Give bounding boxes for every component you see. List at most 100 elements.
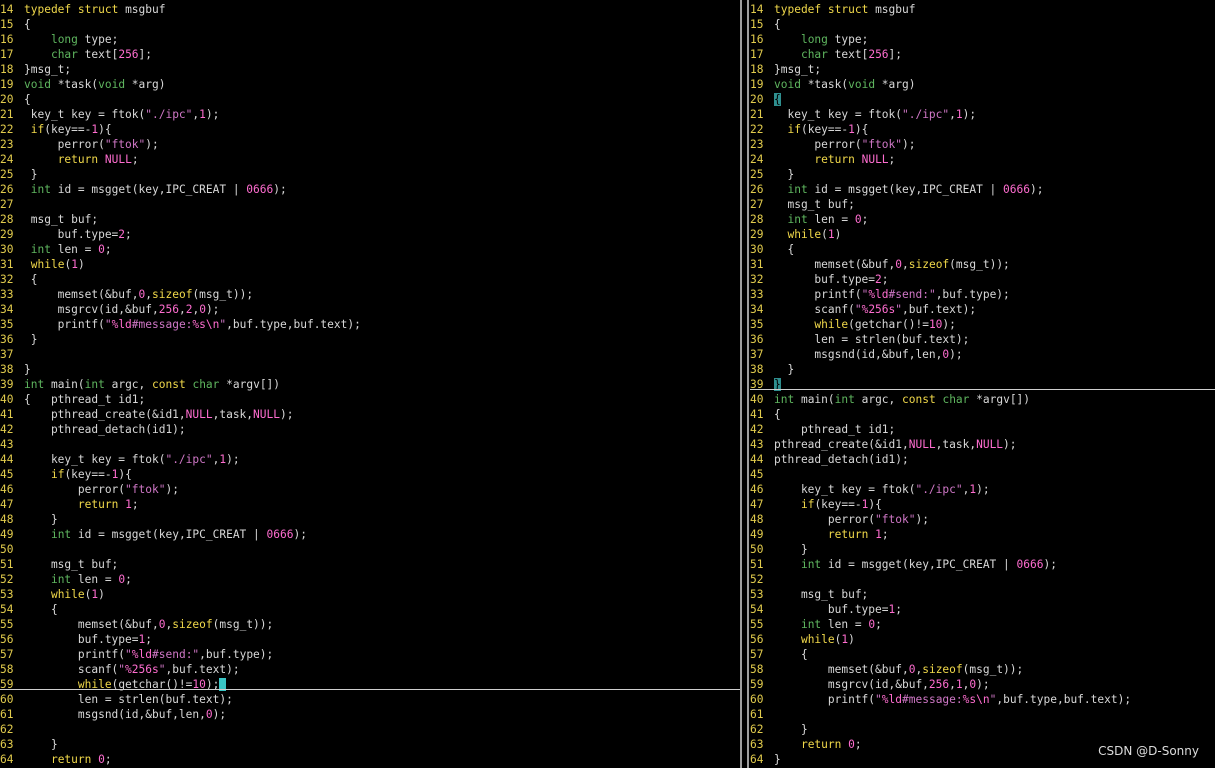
code-text[interactable]: } [774, 168, 794, 181]
code-text[interactable]: int len = 0; [24, 243, 112, 256]
code-line[interactable]: 54 buf.type=1; [750, 602, 1215, 617]
code-text[interactable]: }msg_t; [774, 63, 821, 76]
code-text[interactable]: printf("%ld#message:%s\n",buf.type,buf.t… [24, 318, 361, 331]
code-text[interactable]: if(key==-1){ [24, 123, 112, 136]
editor-pane-right[interactable]: 14 typedef struct msgbuf 15{16 long type; 1… [750, 0, 1215, 768]
code-text[interactable]: perror("ftok"); [774, 513, 929, 526]
code-line[interactable]: 29 while(1) [750, 227, 1215, 242]
code-line[interactable]: 29 buf.type=2; [0, 227, 740, 242]
code-text[interactable]: buf.type=2; [24, 228, 132, 241]
code-line[interactable]: 27 msg_t buf; [750, 197, 1215, 212]
code-line[interactable]: 36 len = strlen(buf.text); [750, 332, 1215, 347]
code-text[interactable]: int id = msgget(key,IPC_CREAT | 0666); [774, 183, 1043, 196]
code-line[interactable]: 25 } [750, 167, 1215, 182]
code-line[interactable]: 25 } [0, 167, 740, 182]
code-text[interactable]: int id = msgget(key,IPC_CREAT | 0666); [24, 528, 307, 541]
code-line[interactable]: 33 memset(&buf,0,sizeof(msg_t)); [0, 287, 740, 302]
code-line[interactable]: 32 buf.type=2; [750, 272, 1215, 287]
code-line[interactable]: 21 key_t key = ftok("./ipc",1); [0, 107, 740, 122]
code-line[interactable]: 31 while(1) [0, 257, 740, 272]
code-text[interactable]: buf.type=1; [774, 603, 902, 616]
code-line[interactable]: 26 int id = msgget(key,IPC_CREAT | 0666)… [750, 182, 1215, 197]
code-text[interactable]: perror("ftok"); [774, 138, 915, 151]
code-line[interactable]: 19 void *task(void *arg) [750, 77, 1215, 92]
code-line[interactable]: 21 key_t key = ftok("./ipc",1); [750, 107, 1215, 122]
code-line[interactable]: 22 if(key==-1){ [0, 122, 740, 137]
code-line[interactable]: 36 } [0, 332, 740, 347]
code-text[interactable]: void *task(void *arg) [24, 78, 165, 91]
code-text[interactable]: while(1) [774, 633, 855, 646]
code-text[interactable]: } [24, 168, 38, 181]
code-text[interactable]: char text[256]; [774, 48, 902, 61]
code-text[interactable]: key_t key = ftok("./ipc",1); [774, 108, 976, 121]
code-text[interactable]: typedef struct msgbuf [774, 3, 915, 16]
code-line[interactable]: 20 { [0, 92, 740, 107]
code-line[interactable]: 15 { [0, 17, 740, 32]
code-line[interactable]: 37 msgsnd(id,&buf,len,0); [750, 347, 1215, 362]
code-line[interactable]: 41 { [750, 407, 1215, 422]
code-line[interactable]: 43 [0, 437, 740, 452]
code-text[interactable]: { [774, 408, 781, 421]
code-text[interactable]: memset(&buf,0,sizeof(msg_t)); [774, 258, 1009, 271]
code-line[interactable]: 46 perror("ftok"); [0, 482, 740, 497]
code-line[interactable]: 64 return 0; [0, 752, 740, 767]
code-text[interactable]: perror("ftok"); [24, 138, 159, 151]
code-line[interactable]: 53 msg_t buf; [750, 587, 1215, 602]
code-line[interactable]: 17 char text[256]; [0, 47, 740, 62]
code-text[interactable]: perror("ftok"); [24, 483, 179, 496]
code-line[interactable]: 48 } [0, 512, 740, 527]
code-text[interactable]: memset(&buf,0,sizeof(msg_t)); [24, 288, 253, 301]
code-line[interactable]: 46 key_t key = ftok("./ipc",1); [750, 482, 1215, 497]
code-line[interactable]: 42 pthread_detach(id1); [0, 422, 740, 437]
code-line[interactable]: 47 if(key==-1){ [750, 497, 1215, 512]
code-text[interactable]: { [24, 603, 58, 616]
code-text[interactable]: msg_t buf; [774, 198, 854, 211]
vertical-split-separator[interactable] [740, 0, 742, 768]
code-line[interactable]: 26 int id = msgget(key,IPC_CREAT | 0666)… [0, 182, 740, 197]
code-line[interactable]: 14 typedef struct msgbuf [0, 2, 740, 17]
code-line[interactable]: 35 while(getchar()!=10); [750, 317, 1215, 332]
code-line[interactable]: 41 pthread_create(&id1,NULL,task,NULL); [0, 407, 740, 422]
code-line[interactable]: 24 return NULL; [750, 152, 1215, 167]
code-text[interactable]: while(1) [24, 588, 105, 601]
code-line[interactable]: 28 msg_t buf; [0, 212, 740, 227]
code-line[interactable]: 18}msg_t; [750, 62, 1215, 77]
code-line[interactable]: 40 int main(int argc, const char *argv[]) [750, 392, 1215, 407]
code-text[interactable]: while(1) [774, 228, 841, 241]
code-line[interactable]: 23 perror("ftok"); [0, 137, 740, 152]
code-line[interactable]: 60 printf("%ld#message:%s\n",buf.type,bu… [750, 692, 1215, 707]
code-line[interactable]: 56 buf.type=1; [0, 632, 740, 647]
code-line[interactable]: 35 printf("%ld#message:%s\n",buf.type,bu… [0, 317, 740, 332]
code-text[interactable]: return 1; [24, 498, 139, 511]
code-line[interactable]: 31 memset(&buf,0,sizeof(msg_t)); [750, 257, 1215, 272]
code-text[interactable]: } [24, 333, 38, 346]
code-line[interactable]: 32 { [0, 272, 740, 287]
code-text[interactable]: { pthread_t id1; [24, 393, 145, 406]
code-text[interactable]: typedef struct msgbuf [24, 3, 165, 16]
code-text[interactable]: } [24, 363, 31, 376]
code-text[interactable]: int len = 0; [774, 213, 868, 226]
code-line[interactable]: 30 int len = 0; [0, 242, 740, 257]
code-text[interactable]: msgsnd(id,&buf,len,0); [774, 348, 962, 361]
code-line[interactable]: 44 key_t key = ftok("./ipc",1); [0, 452, 740, 467]
code-text[interactable]: if(key==-1){ [774, 498, 882, 511]
code-line[interactable]: 30 { [750, 242, 1215, 257]
code-line[interactable]: 47 return 1; [0, 497, 740, 512]
code-line[interactable]: 55 int len = 0; [750, 617, 1215, 632]
code-text[interactable]: msg_t buf; [774, 588, 868, 601]
code-text[interactable]: return NULL; [774, 153, 895, 166]
code-line[interactable]: 50 } [750, 542, 1215, 557]
code-text[interactable]: if(key==-1){ [774, 123, 868, 136]
code-line[interactable]: 14 typedef struct msgbuf [750, 2, 1215, 17]
code-text[interactable]: msgrcv(id,&buf,256,1,0); [774, 678, 990, 691]
code-line[interactable]: 61 [750, 707, 1215, 722]
code-text[interactable]: long type; [774, 33, 868, 46]
code-line[interactable]: 48 perror("ftok"); [750, 512, 1215, 527]
code-line[interactable]: 38} [0, 362, 740, 377]
code-text[interactable]: key_t key = ftok("./ipc",1); [24, 453, 240, 466]
code-text[interactable]: long type; [24, 33, 118, 46]
code-text[interactable]: } [774, 753, 781, 766]
code-line[interactable]: 60 len = strlen(buf.text); [0, 692, 740, 707]
code-text[interactable]: return 0; [774, 738, 862, 751]
code-line[interactable]: 16 long type; [0, 32, 740, 47]
